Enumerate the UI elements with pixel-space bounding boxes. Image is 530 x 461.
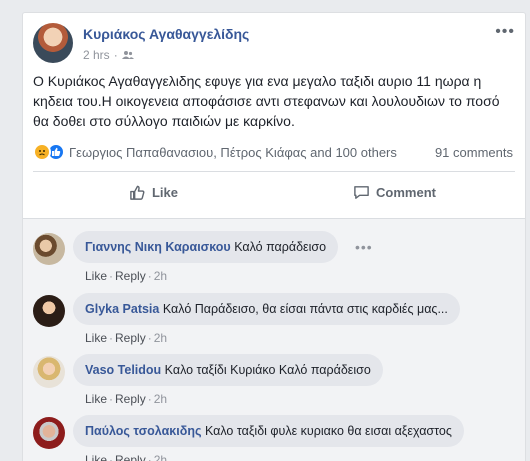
divider bbox=[33, 171, 515, 172]
comment-reply-link[interactable]: Reply bbox=[115, 331, 146, 345]
author-avatar[interactable] bbox=[33, 23, 73, 63]
comment-author[interactable]: Vaso Telidou bbox=[85, 363, 161, 377]
friends-icon[interactable] bbox=[121, 50, 134, 60]
comment-time[interactable]: 2h bbox=[154, 269, 167, 283]
like-button[interactable]: Like bbox=[33, 177, 274, 207]
comment-actions: Like · Reply · 2h bbox=[85, 392, 168, 406]
comment-bubble: Vaso Telidou Καλο ταξίδι Κυριάκο Καλό πα… bbox=[73, 354, 383, 386]
commenter-avatar[interactable] bbox=[33, 233, 65, 265]
comment-reply-link[interactable]: Reply bbox=[115, 453, 146, 461]
comment-like-link[interactable]: Like bbox=[85, 331, 107, 345]
comment-icon bbox=[354, 185, 369, 199]
thumbs-up-icon bbox=[130, 185, 145, 200]
comment-button-label: Comment bbox=[376, 184, 436, 200]
sad-reaction-icon[interactable] bbox=[33, 143, 51, 161]
comment-text: Καλο ταξίδι Κυριάκο Καλό παράδεισο bbox=[164, 363, 371, 377]
comments-section: Γιαννης Νικη Καραισκου Καλό παράδεισο ••… bbox=[23, 218, 525, 461]
comment-time[interactable]: 2h bbox=[154, 453, 167, 461]
reactors-text[interactable]: Γεωργιος Παπαθανασιου, Πέτρος Κιάφας and… bbox=[69, 145, 435, 160]
commenter-avatar[interactable] bbox=[33, 356, 65, 388]
comment-like-link[interactable]: Like bbox=[85, 453, 107, 461]
comment-time[interactable]: 2h bbox=[154, 331, 167, 345]
post-meta: 2 hrs · bbox=[83, 48, 134, 62]
post-body: Ο Κυριάκος Αγαθαγγελιδης εφυγε για ενα μ… bbox=[33, 73, 500, 129]
comment-text: Καλό Παράδεισο, θα είσαι πάντα στις καρδ… bbox=[162, 302, 448, 316]
comment-bubble: Γιαννης Νικη Καραισκου Καλό παράδεισο bbox=[73, 231, 339, 263]
comment-reply-link[interactable]: Reply bbox=[115, 392, 146, 406]
comment-actions: Like · Reply · 2h bbox=[85, 453, 167, 461]
comment-options-icon[interactable]: ••• bbox=[355, 239, 373, 255]
more-options-icon[interactable]: ••• bbox=[495, 23, 515, 41]
post-actions: Like Comment bbox=[33, 177, 515, 207]
comment-like-link[interactable]: Like bbox=[85, 269, 107, 283]
comment-actions: Like · Reply · 2h bbox=[85, 269, 168, 283]
comment-author[interactable]: Παύλος τσολακιδης bbox=[85, 424, 201, 438]
comment-like-link[interactable]: Like bbox=[85, 392, 107, 406]
comment-author[interactable]: Glyka Patsia bbox=[85, 302, 159, 316]
comment-bubble: Glyka Patsia Καλό Παράδεισο, θα είσαι πά… bbox=[73, 293, 460, 325]
comment-text: Καλό παράδεισο bbox=[234, 240, 327, 254]
comment-author[interactable]: Γιαννης Νικη Καραισκου bbox=[85, 240, 231, 254]
like-button-label: Like bbox=[151, 184, 178, 200]
comment-button[interactable]: Comment bbox=[274, 177, 515, 207]
commenter-avatar[interactable] bbox=[33, 417, 65, 449]
comment-time[interactable]: 2h bbox=[154, 392, 167, 406]
post-card: Κυριάκος Αγαθαγγελίδης 2 hrs · ••• Ο Κυρ… bbox=[22, 12, 526, 461]
post-time[interactable]: 2 hrs bbox=[83, 48, 110, 62]
comment-actions: Like · Reply · 2h bbox=[85, 331, 168, 345]
reaction-icons[interactable] bbox=[33, 143, 65, 161]
comment-reply-link[interactable]: Reply bbox=[115, 269, 146, 283]
comment-bubble: Παύλος τσολακιδης Καλο ταξιδι φυλε κυρια… bbox=[73, 415, 464, 447]
reactions-summary: Γεωργιος Παπαθανασιου, Πέτρος Κιάφας and… bbox=[33, 141, 513, 163]
post-header: Κυριάκος Αγαθαγγελίδης 2 hrs · ••• bbox=[33, 23, 515, 67]
comments-count[interactable]: 91 comments bbox=[435, 145, 513, 160]
commenter-avatar[interactable] bbox=[33, 295, 65, 327]
post-author-name[interactable]: Κυριάκος Αγαθαγγελίδης bbox=[83, 26, 249, 42]
comment-text: Καλο ταξιδι φυλε κυριακο θα εισαι αξεχασ… bbox=[204, 424, 452, 438]
